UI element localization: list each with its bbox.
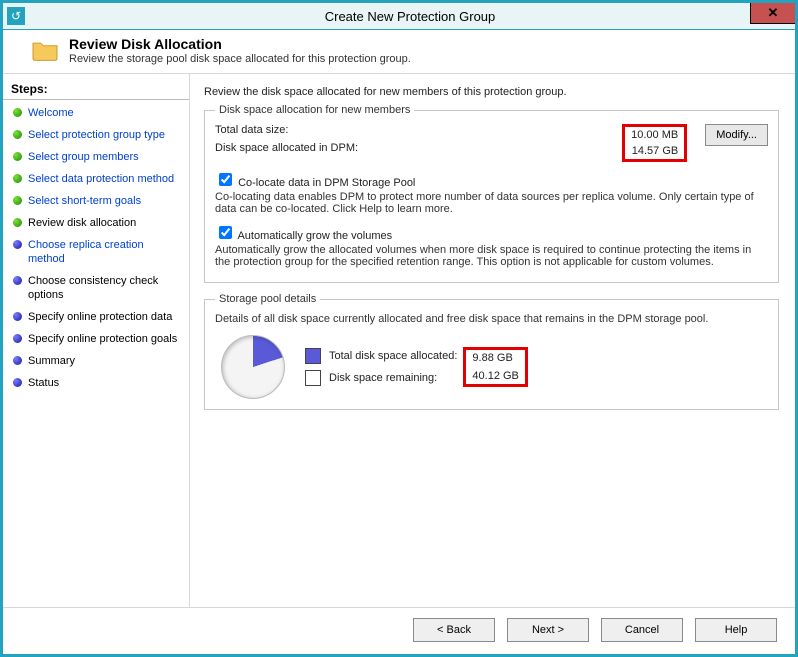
- allocation-legend: Disk space allocation for new members: [215, 104, 414, 116]
- swatch-remaining-icon: [305, 370, 321, 386]
- step-online-protection-data[interactable]: Specify online protection data: [3, 306, 189, 328]
- allocation-values-highlight: 10.00 MB 14.57 GB: [622, 124, 687, 162]
- content-intro: Review the disk space allocated for new …: [204, 86, 779, 98]
- steps-sidebar: Steps: Welcome Select protection group t…: [3, 74, 190, 607]
- close-button[interactable]: ✕: [750, 3, 795, 24]
- step-review-disk-allocation[interactable]: Review disk allocation: [3, 212, 189, 234]
- colocate-label[interactable]: Co-locate data in DPM Storage Pool: [238, 177, 415, 189]
- step-replica-creation[interactable]: Choose replica creation method: [3, 234, 189, 270]
- wizard-buttons: < Back Next > Cancel Help: [3, 607, 795, 654]
- page-title: Review Disk Allocation: [69, 36, 411, 52]
- folder-icon: [31, 38, 59, 62]
- total-data-size-label: Total data size:: [215, 124, 445, 136]
- storage-pool-group: Storage pool details Details of all disk…: [204, 293, 779, 410]
- autogrow-desc: Automatically grow the allocated volumes…: [215, 244, 768, 268]
- storage-pool-desc: Details of all disk space currently allo…: [215, 313, 768, 325]
- wizard-body: Steps: Welcome Select protection group t…: [3, 74, 795, 607]
- allocated-value: 9.88 GB: [472, 352, 518, 364]
- disk-space-allocated-label: Disk space allocated in DPM:: [215, 142, 445, 154]
- steps-header: Steps:: [3, 80, 189, 100]
- content-pane: Review the disk space allocated for new …: [190, 74, 795, 607]
- autogrow-label[interactable]: Automatically grow the volumes: [237, 230, 392, 242]
- step-consistency-check[interactable]: Choose consistency check options: [3, 270, 189, 306]
- title-bar: ↺ Create New Protection Group ✕: [3, 3, 795, 30]
- remaining-value: 40.12 GB: [472, 370, 518, 382]
- disk-space-allocated-value: 14.57 GB: [631, 145, 678, 157]
- colocate-row: Co-locate data in DPM Storage Pool: [215, 170, 768, 189]
- step-group-members[interactable]: Select group members: [3, 146, 189, 168]
- remaining-label: Disk space remaining:: [329, 372, 437, 384]
- swatch-allocated-icon: [305, 348, 321, 364]
- total-data-size-value: 10.00 MB: [631, 129, 678, 141]
- storage-pool-legend: Storage pool details: [215, 293, 320, 305]
- step-welcome[interactable]: Welcome: [3, 102, 189, 124]
- step-data-protection-method[interactable]: Select data protection method: [3, 168, 189, 190]
- wizard-window: ↺ Create New Protection Group ✕ Review D…: [0, 0, 798, 657]
- next-button[interactable]: Next >: [507, 618, 589, 642]
- colocate-checkbox[interactable]: [219, 173, 232, 186]
- step-short-term-goals[interactable]: Select short-term goals: [3, 190, 189, 212]
- system-menu-icon[interactable]: ↺: [7, 7, 25, 25]
- cancel-button[interactable]: Cancel: [601, 618, 683, 642]
- allocated-label: Total disk space allocated:: [329, 350, 457, 362]
- storage-pie-chart: [221, 335, 285, 399]
- step-protection-group-type[interactable]: Select protection group type: [3, 124, 189, 146]
- autogrow-checkbox[interactable]: [219, 226, 232, 239]
- pool-values-highlight: 9.88 GB 40.12 GB: [463, 347, 527, 387]
- step-summary[interactable]: Summary: [3, 350, 189, 372]
- help-button[interactable]: Help: [695, 618, 777, 642]
- allocation-group: Disk space allocation for new members To…: [204, 104, 779, 283]
- page-subtitle: Review the storage pool disk space alloc…: [69, 53, 411, 65]
- step-status[interactable]: Status: [3, 372, 189, 394]
- autogrow-row: Automatically grow the volumes: [215, 223, 768, 242]
- colocate-desc: Co-locating data enables DPM to protect …: [215, 191, 768, 215]
- back-button[interactable]: < Back: [413, 618, 495, 642]
- window-title: Create New Protection Group: [25, 9, 795, 24]
- step-online-protection-goals[interactable]: Specify online protection goals: [3, 328, 189, 350]
- wizard-header: Review Disk Allocation Review the storag…: [3, 30, 795, 74]
- modify-button[interactable]: Modify...: [705, 124, 768, 146]
